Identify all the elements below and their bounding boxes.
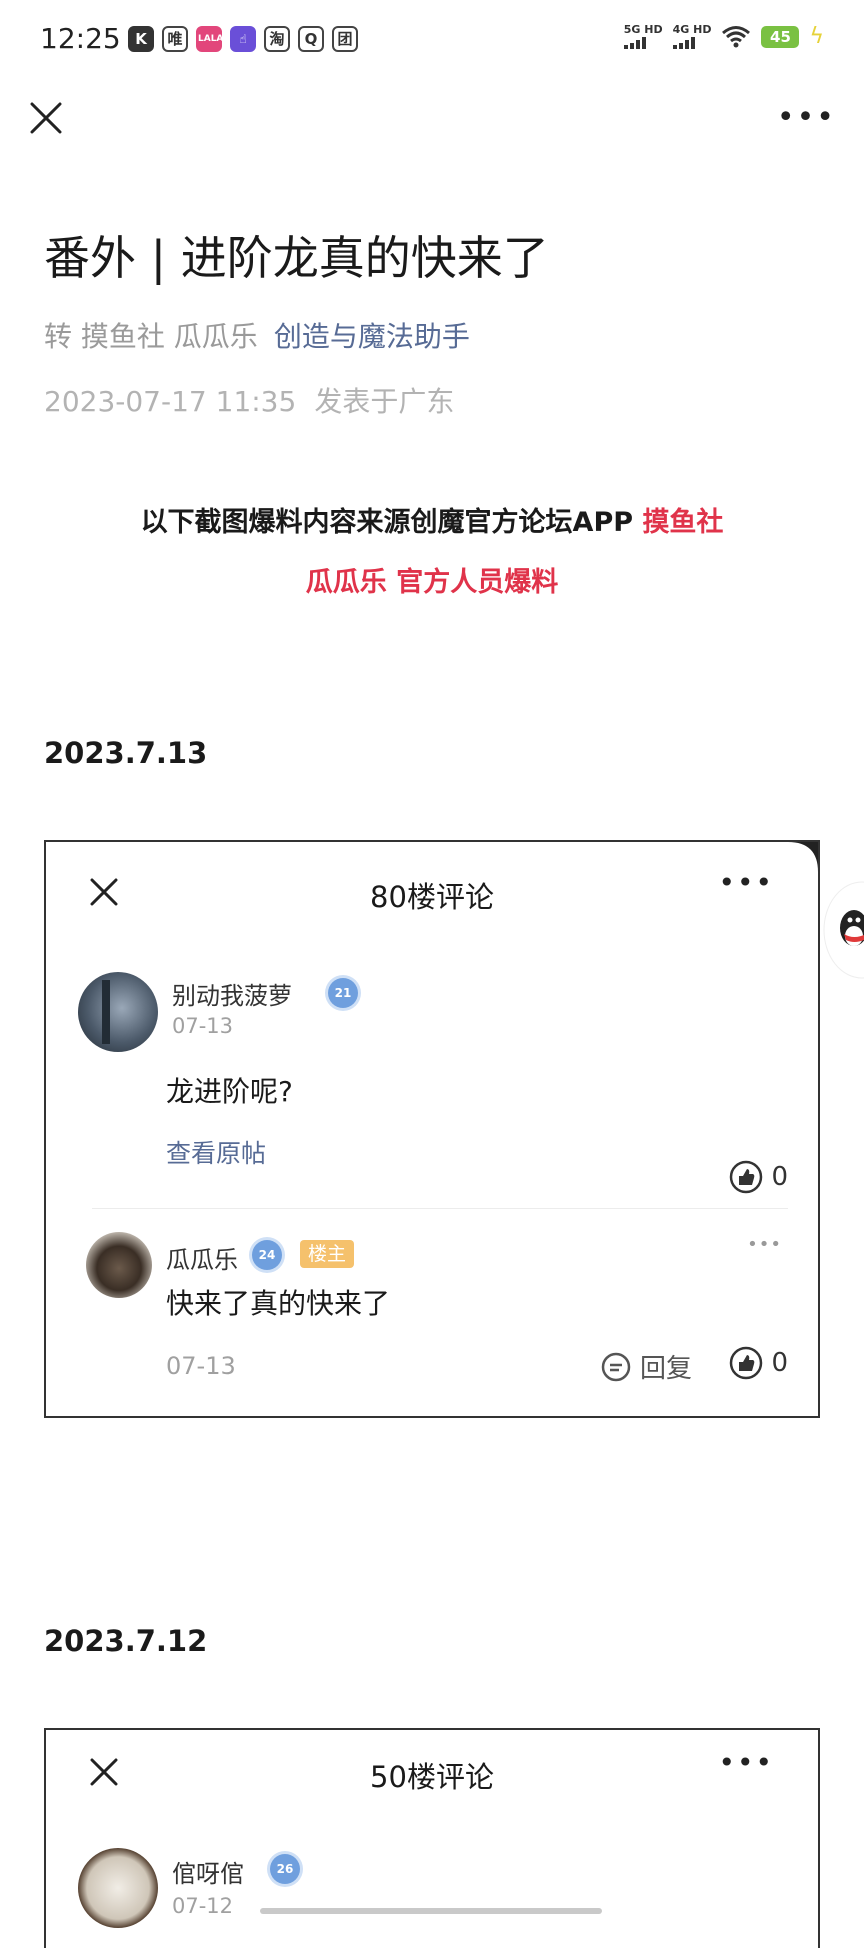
level-badge: 21 bbox=[328, 978, 358, 1008]
more-dots-icon[interactable]: ••• bbox=[718, 866, 774, 899]
comment-icon bbox=[601, 1352, 631, 1381]
comment-screenshot-card: 80楼评论 ••• 别动我菠萝 21 07-13 龙进阶呢? 查看原帖 0 瓜瓜… bbox=[44, 840, 820, 1418]
signal-bars-icon bbox=[672, 37, 712, 49]
app-vip-icon: 唯 bbox=[162, 26, 188, 52]
comment-date: 07-12 bbox=[172, 1894, 234, 1918]
signal-5g: 5G HD bbox=[623, 24, 663, 49]
avatar[interactable] bbox=[86, 1232, 152, 1298]
article-title: 番外 | 进阶龙真的快来了 bbox=[44, 231, 549, 285]
status-time: 12:25 bbox=[40, 22, 121, 55]
reply-username[interactable]: 瓜瓜乐 bbox=[166, 1240, 238, 1275]
thumbs-up-icon bbox=[730, 1160, 763, 1194]
publish-time: 2023-07-17 11:35 bbox=[44, 385, 297, 418]
status-app-icons: K 唯 LALA ☝ 淘 Q 团 bbox=[128, 26, 358, 52]
avatar[interactable] bbox=[78, 1848, 158, 1928]
account-name-link[interactable]: 创造与魔法助手 bbox=[274, 320, 470, 353]
status-right: 5G HD 4G HD 45 ϟ bbox=[623, 24, 824, 49]
signal-bars-icon bbox=[623, 37, 663, 49]
article-meta: 转 摸鱼社 瓜瓜乐 创造与魔法助手 bbox=[44, 315, 470, 355]
reply-button[interactable]: 回复 bbox=[600, 1348, 692, 1385]
more-dots-icon[interactable]: ••• bbox=[777, 100, 836, 135]
floating-qq-icon[interactable] bbox=[822, 880, 864, 980]
section-date: 2023.7.13 bbox=[44, 736, 208, 770]
view-original-link[interactable]: 查看原帖 bbox=[166, 1134, 266, 1170]
charging-icon: ϟ bbox=[809, 24, 824, 49]
thumbs-up-icon bbox=[730, 1346, 763, 1380]
avatar[interactable] bbox=[78, 972, 158, 1052]
repost-label: 转 摸鱼社 瓜瓜乐 bbox=[44, 320, 258, 353]
divider bbox=[92, 1208, 788, 1209]
intro-line-1: 以下截图爆料内容来源创魔官方论坛APP 摸鱼社 bbox=[140, 507, 724, 538]
card-header: 50楼评论 ••• bbox=[46, 1746, 818, 1802]
close-icon[interactable] bbox=[26, 98, 66, 138]
app-hand-icon: ☝ bbox=[230, 26, 256, 52]
status-bar: 12:25 K 唯 LALA ☝ 淘 Q 团 5G HD 4G HD 45 ϟ bbox=[0, 0, 864, 80]
app-k-icon: K bbox=[128, 26, 154, 52]
publish-info: 2023-07-17 11:35 发表于广东 bbox=[44, 380, 454, 420]
like-button[interactable]: 0 bbox=[729, 1346, 788, 1380]
host-tag: 楼主 bbox=[300, 1240, 355, 1268]
like-button[interactable]: 0 bbox=[729, 1160, 788, 1194]
reply-date: 07-13 bbox=[166, 1352, 236, 1380]
level-badge: 26 bbox=[270, 1854, 300, 1884]
like-count: 0 bbox=[771, 1348, 788, 1378]
reply-text: 快来了真的快来了 bbox=[166, 1287, 391, 1320]
more-dots-icon[interactable]: ••• bbox=[718, 1746, 774, 1779]
comment-text: 龙进阶呢? bbox=[166, 1075, 293, 1108]
card-title: 50楼评论 bbox=[370, 1760, 494, 1794]
card-title: 80楼评论 bbox=[370, 880, 494, 914]
app-tuan-icon: 团 bbox=[332, 26, 358, 52]
battery-indicator: 45 bbox=[761, 25, 800, 48]
like-count: 0 bbox=[771, 1162, 788, 1192]
signal-4g: 4G HD bbox=[672, 24, 712, 49]
more-dots-icon[interactable]: ••• bbox=[747, 1234, 782, 1255]
intro-line-2: 瓜瓜乐 官方人员爆料 bbox=[305, 567, 559, 598]
comment-username[interactable]: 倌呀倌 bbox=[172, 1854, 244, 1889]
app-search-icon: Q bbox=[298, 26, 324, 52]
level-badge: 24 bbox=[252, 1240, 282, 1270]
comment-username[interactable]: 别动我菠萝 bbox=[172, 976, 292, 1011]
reply-label: 回复 bbox=[640, 1354, 693, 1384]
publish-location: 发表于广东 bbox=[314, 385, 455, 418]
comment-screenshot-card: 50楼评论 ••• 倌呀倌 26 07-12 bbox=[44, 1728, 820, 1948]
app-lala-icon: LALA bbox=[196, 26, 223, 52]
home-indicator[interactable] bbox=[260, 1908, 602, 1914]
card-header: 80楼评论 ••• bbox=[46, 866, 818, 922]
comment-date: 07-13 bbox=[172, 1014, 234, 1038]
app-taobao-icon: 淘 bbox=[264, 26, 290, 52]
wifi-icon bbox=[722, 25, 751, 47]
penguin-icon bbox=[823, 881, 864, 979]
section-date: 2023.7.12 bbox=[44, 1624, 208, 1658]
